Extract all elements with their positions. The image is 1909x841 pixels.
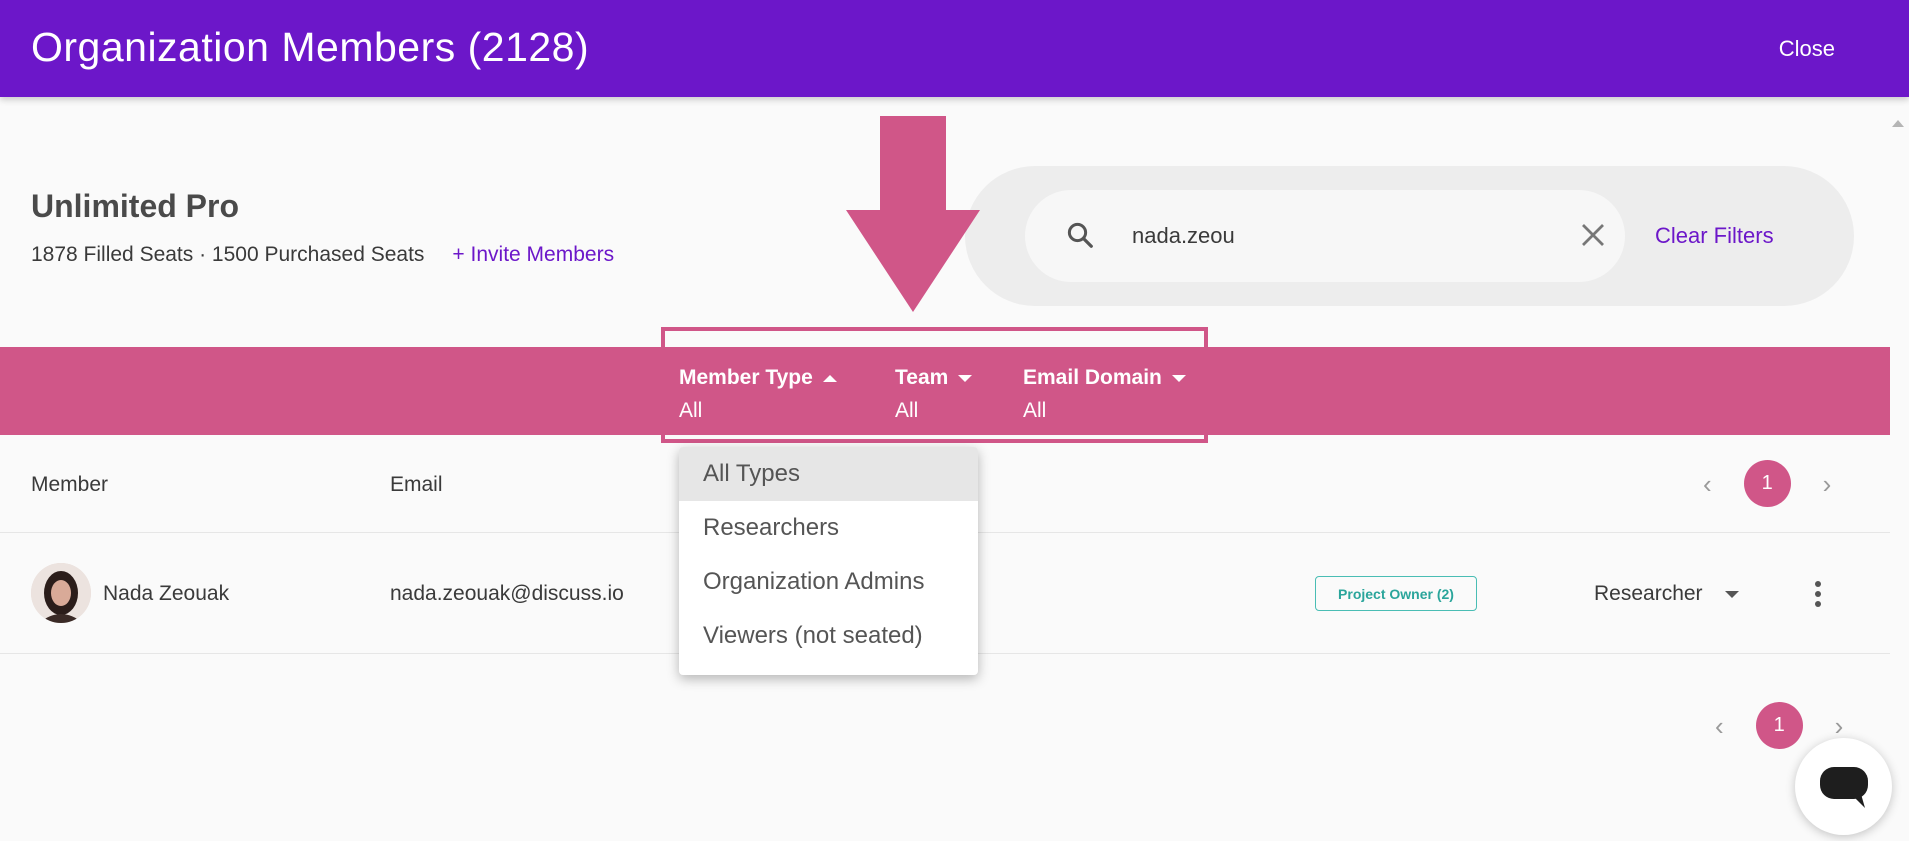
filter-email-domain-label: Email Domain	[1023, 366, 1186, 390]
pagination-top: ‹ 1 ›	[1703, 460, 1831, 507]
filter-member-type-value: All	[679, 399, 703, 422]
chevron-left-icon[interactable]: ‹	[1715, 713, 1724, 739]
close-icon[interactable]	[1578, 220, 1608, 250]
column-header-member: Member	[31, 473, 109, 496]
chevron-right-icon[interactable]: ›	[1823, 471, 1832, 497]
page-title: Organization Members (2128)	[31, 24, 590, 70]
filter-member-type-label: Member Type	[679, 366, 837, 390]
filter-team[interactable]: Team All	[895, 366, 973, 423]
chat-icon	[1820, 767, 1868, 808]
dropdown-option-organization-admins[interactable]: Organization Admins	[679, 555, 978, 609]
project-owner-badge[interactable]: Project Owner (2)	[1315, 576, 1477, 611]
page-number[interactable]: 1	[1743, 460, 1791, 507]
seats-info: 1878 Filled Seats · 1500 Purchased Seats…	[31, 243, 614, 267]
modal-header: Organization Members (2128) Close	[0, 0, 1909, 97]
filter-email-domain[interactable]: Email Domain All	[1023, 366, 1186, 423]
caret-down-icon	[958, 374, 973, 382]
filter-label-text: Member Type	[679, 366, 813, 389]
column-header-email: Email	[390, 473, 443, 496]
clear-filters-button[interactable]: Clear Filters	[1655, 223, 1774, 249]
chevron-right-icon[interactable]: ›	[1835, 713, 1844, 739]
avatar	[31, 563, 91, 623]
filter-team-label: Team	[895, 366, 973, 390]
search-box[interactable]	[1025, 190, 1625, 282]
search-input[interactable]	[1132, 212, 1562, 260]
member-name: Nada Zeouak	[103, 582, 230, 605]
member-type-dropdown: All Types Researchers Organization Admin…	[679, 447, 978, 675]
filter-label-text: Email Domain	[1023, 366, 1162, 389]
caret-down-icon	[1724, 590, 1739, 598]
filter-email-domain-value: All	[1023, 399, 1047, 422]
chat-button[interactable]	[1795, 738, 1892, 835]
filter-member-type[interactable]: Member Type All	[679, 366, 837, 423]
more-vertical-icon[interactable]	[1810, 579, 1826, 609]
caret-up-icon	[822, 374, 837, 382]
close-button[interactable]: Close	[1779, 36, 1835, 62]
caret-down-icon	[1171, 374, 1186, 382]
plan-name: Unlimited Pro	[31, 188, 240, 224]
scrollbar-up-arrow[interactable]	[1892, 120, 1904, 127]
filter-label-text: Team	[895, 366, 949, 389]
seats-text: 1878 Filled Seats · 1500 Purchased Seats	[31, 243, 425, 266]
role-select[interactable]: Researcher	[1594, 582, 1739, 606]
role-value: Researcher	[1594, 582, 1703, 605]
search-area: Clear Filters	[965, 166, 1854, 306]
avatar-image	[31, 563, 91, 623]
dropdown-option-researchers[interactable]: Researchers	[679, 501, 978, 555]
search-icon	[1067, 222, 1093, 248]
invite-members-button[interactable]: + Invite Members	[452, 243, 614, 267]
member-email: nada.zeouak@discuss.io	[390, 582, 624, 605]
dropdown-option-all-types[interactable]: All Types	[679, 447, 978, 501]
chevron-left-icon[interactable]: ‹	[1703, 471, 1712, 497]
filter-team-value: All	[895, 399, 919, 422]
dropdown-option-viewers[interactable]: Viewers (not seated)	[679, 609, 978, 663]
arrow-down-icon	[846, 116, 980, 312]
